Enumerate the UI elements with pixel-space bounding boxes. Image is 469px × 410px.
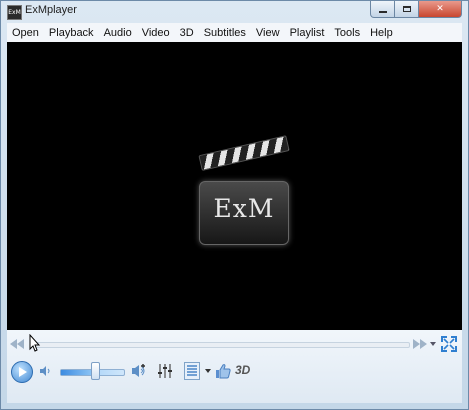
volume-boost-icon xyxy=(132,364,145,377)
video-area[interactable]: ExM xyxy=(7,42,462,330)
close-button[interactable]: ✕ xyxy=(419,1,462,18)
playlist-icon xyxy=(184,362,200,380)
control-panel: 3D xyxy=(7,330,462,403)
exm-logo: ExM xyxy=(198,135,293,248)
volume-fill xyxy=(61,370,93,375)
audio-boost-button[interactable] xyxy=(130,362,148,380)
chevron-down-icon xyxy=(205,369,211,373)
seek-handle[interactable] xyxy=(29,334,41,352)
fullscreen-icon xyxy=(441,336,457,352)
menu-video[interactable]: Video xyxy=(137,27,175,39)
menu-tools[interactable]: Tools xyxy=(329,27,365,39)
minimize-button[interactable] xyxy=(370,1,395,18)
equalizer-icon xyxy=(158,364,172,378)
logo-text: ExM xyxy=(213,194,275,223)
maximize-icon xyxy=(402,6,411,12)
3d-button[interactable]: 3D xyxy=(235,363,250,377)
seek-bar[interactable] xyxy=(35,342,410,348)
fullscreen-button[interactable] xyxy=(440,335,458,353)
seek-menu-button[interactable] xyxy=(429,339,437,349)
chevron-down-icon xyxy=(430,342,436,346)
status-bar xyxy=(7,403,462,409)
app-icon: ExM xyxy=(7,5,22,20)
logo-body: ExM xyxy=(199,181,289,245)
menu-audio[interactable]: Audio xyxy=(99,27,137,39)
play-button[interactable] xyxy=(11,361,33,383)
window-title: ExMplayer xyxy=(25,4,77,16)
window-buttons: ✕ xyxy=(370,1,462,18)
menu-bar: Open Playback Audio Video 3D Subtitles V… xyxy=(7,23,462,42)
title-bar[interactable]: ExM ExMplayer ✕ xyxy=(1,1,468,21)
rewind-icon xyxy=(10,339,24,349)
maximize-button[interactable] xyxy=(395,1,419,18)
menu-help[interactable]: Help xyxy=(365,27,398,39)
thumbs-up-icon xyxy=(216,364,231,379)
app-window: ExM ExMplayer ✕ Open Playback Audio Vide… xyxy=(0,0,469,410)
mute-button[interactable] xyxy=(39,364,53,378)
fast-forward-icon xyxy=(413,339,427,349)
volume-handle[interactable] xyxy=(91,362,100,380)
seek-row xyxy=(7,334,462,354)
menu-open[interactable]: Open xyxy=(7,27,44,39)
playlist-menu-button[interactable] xyxy=(204,367,212,375)
rewind-button[interactable] xyxy=(9,337,25,351)
clapperboard-icon xyxy=(198,135,290,171)
like-button[interactable] xyxy=(214,361,232,381)
menu-playlist[interactable]: Playlist xyxy=(285,27,330,39)
control-row: 3D xyxy=(7,358,462,388)
minimize-icon xyxy=(378,11,387,13)
equalizer-button[interactable] xyxy=(156,362,174,380)
menu-subtitles[interactable]: Subtitles xyxy=(199,27,251,39)
close-icon: ✕ xyxy=(436,4,444,14)
menu-playback[interactable]: Playback xyxy=(44,27,99,39)
menu-3d[interactable]: 3D xyxy=(175,27,199,39)
forward-button[interactable] xyxy=(412,337,428,351)
cursor-icon xyxy=(29,334,41,352)
speaker-icon xyxy=(40,366,50,376)
playlist-button[interactable] xyxy=(183,361,201,381)
menu-view[interactable]: View xyxy=(251,27,285,39)
